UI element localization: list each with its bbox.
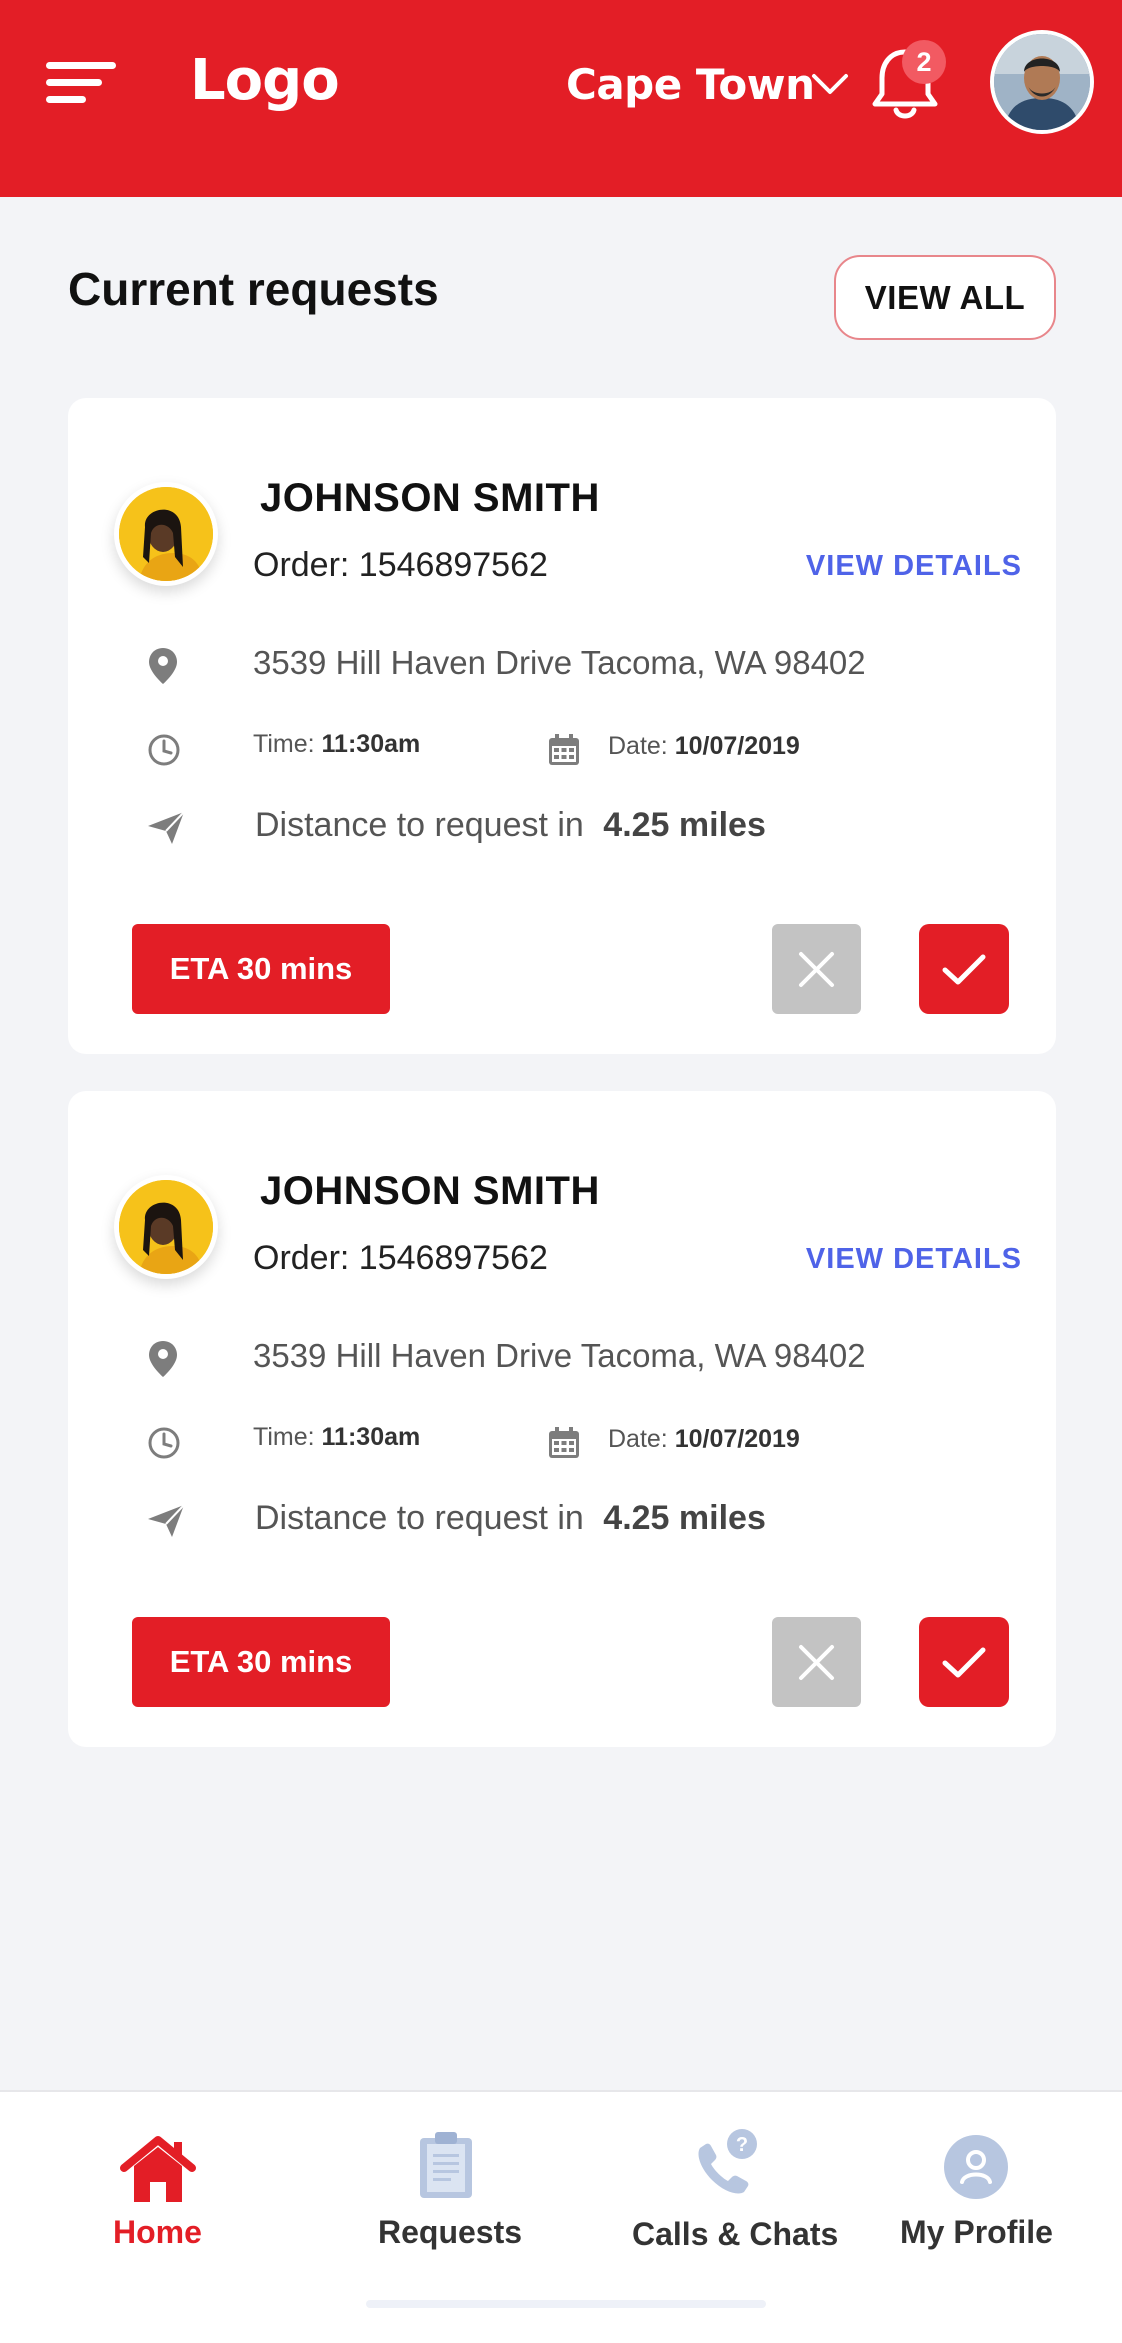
eta-badge: ETA 30 mins [132, 1617, 390, 1707]
location-pin-icon [149, 648, 177, 684]
request-address: 3539 Hill Haven Drive Tacoma, WA 98402 [253, 1337, 866, 1374]
date-label: Date: [608, 1425, 668, 1453]
request-distance: Distance to request in 4.25 miles [255, 1499, 766, 1538]
reject-button[interactable] [772, 924, 861, 1014]
distance-label: Distance to request in [255, 806, 584, 844]
home-icon [120, 2136, 196, 2202]
customer-avatar [114, 482, 218, 586]
notification-badge: 2 [902, 40, 946, 84]
order-number: Order: 1546897562 [253, 1239, 548, 1277]
request-card: JOHNSON SMITH Order: 1546897562 VIEW DET… [68, 1091, 1056, 1747]
close-icon [799, 952, 834, 987]
svg-text:?: ? [736, 2134, 748, 2156]
calendar-icon [549, 734, 579, 765]
time-label: Time: [253, 730, 315, 758]
distance-label: Distance to request in [255, 1499, 584, 1537]
view-all-button[interactable]: VIEW ALL [834, 255, 1056, 340]
view-details-link[interactable]: VIEW DETAILS [806, 1243, 1022, 1276]
customer-name: JOHNSON SMITH [260, 476, 600, 520]
clipboard-icon [420, 2132, 472, 2198]
city-selector[interactable]: Cape Town [566, 60, 815, 109]
date-label: Date: [608, 732, 668, 760]
view-details-link[interactable]: VIEW DETAILS [806, 550, 1022, 583]
request-time: Time: 11:30am [253, 1423, 420, 1452]
nav-my-profile[interactable]: My Profile [892, 2092, 1062, 2252]
clock-icon [148, 734, 180, 766]
nav-requests-label: Requests [378, 2214, 523, 2250]
close-icon [799, 1645, 834, 1680]
request-card: JOHNSON SMITH Order: 1546897562 VIEW DET… [68, 398, 1056, 1054]
accept-button[interactable] [919, 924, 1009, 1014]
customer-name: JOHNSON SMITH [260, 1169, 600, 1213]
phone-question-icon: ? [698, 2129, 757, 2194]
request-address: 3539 Hill Haven Drive Tacoma, WA 98402 [253, 644, 866, 681]
location-pin-icon [149, 1341, 177, 1377]
navigation-arrow-icon [148, 1504, 185, 1537]
time-value: 11:30am [321, 1423, 421, 1451]
request-time: Time: 11:30am [253, 730, 420, 759]
nav-calls-chats[interactable]: ? Calls & Chats [620, 2092, 838, 2252]
customer-avatar [114, 1175, 218, 1279]
distance-value: 4.25 miles [603, 1499, 766, 1537]
checkmark-icon [942, 1647, 986, 1678]
checkmark-icon [942, 954, 986, 985]
nav-home-label: Home [113, 2214, 202, 2250]
date-value: 10/07/2019 [674, 1425, 800, 1453]
time-label: Time: [253, 1423, 315, 1451]
menu-icon[interactable] [46, 58, 118, 108]
accept-button[interactable] [919, 1617, 1009, 1707]
reject-button[interactable] [772, 1617, 861, 1707]
distance-value: 4.25 miles [603, 806, 766, 844]
app-logo: Logo [190, 48, 340, 113]
nav-requests[interactable]: Requests [360, 2092, 532, 2252]
app-header: Logo Cape Town 2 [0, 0, 1122, 197]
eta-badge: ETA 30 mins [132, 924, 390, 1014]
request-date: Date: 10/07/2019 [608, 732, 800, 761]
request-distance: Distance to request in 4.25 miles [255, 806, 766, 845]
home-indicator [366, 2300, 766, 2308]
chevron-down-icon[interactable] [810, 70, 850, 98]
nav-home[interactable]: Home [60, 2092, 256, 2252]
order-number: Order: 1546897562 [253, 546, 548, 584]
time-value: 11:30am [321, 730, 421, 758]
section-title: Current requests [68, 263, 439, 315]
nav-calls-chats-label: Calls & Chats [632, 2216, 839, 2252]
date-value: 10/07/2019 [674, 732, 800, 760]
clock-icon [148, 1427, 180, 1459]
nav-my-profile-label: My Profile [900, 2214, 1053, 2250]
calendar-icon [549, 1427, 579, 1458]
request-date: Date: 10/07/2019 [608, 1425, 800, 1454]
user-avatar[interactable] [990, 30, 1094, 134]
navigation-arrow-icon [148, 811, 185, 844]
profile-icon [944, 2135, 1008, 2199]
